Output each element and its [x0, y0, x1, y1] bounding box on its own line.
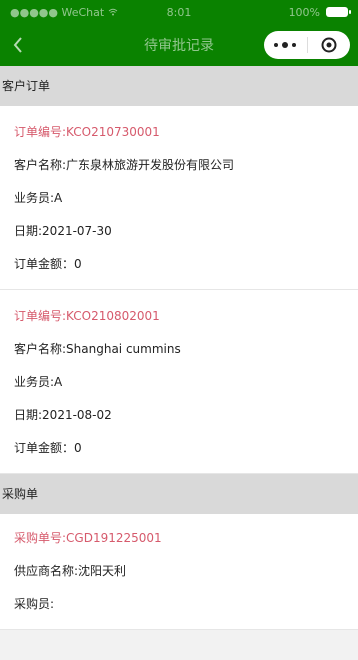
section-purchase-orders: 采购单 [0, 474, 358, 514]
more-dot-right [292, 43, 297, 47]
nav-bar: 待审批记录 [0, 24, 358, 66]
more-button[interactable] [264, 31, 307, 59]
status-right: 100% [235, 5, 352, 19]
more-dot-center [282, 42, 289, 48]
order-amount: 订单金额：0 [14, 257, 82, 271]
order-salesman: 业务员:A [14, 191, 63, 205]
order-record[interactable]: 订单编号:KCO210802001 客户名称:Shanghai cummins … [0, 290, 358, 474]
purchase-record[interactable]: 采购单号:CGD191225001 供应商名称:沈阳天利 采购员: [0, 514, 358, 630]
back-button[interactable] [4, 24, 32, 66]
section-customer-orders: 客户订单 [0, 66, 358, 106]
app-header: ●●●●● WeChat 8:01 100% 待审批记录 [0, 0, 358, 66]
order-date: 日期:2021-07-30 [14, 224, 112, 238]
order-code: 订单编号:KCO210802001 [14, 309, 160, 323]
order-date: 日期:2021-08-02 [14, 408, 112, 422]
order-customer: 客户名称:广东泉林旅游开发股份有限公司 [14, 158, 235, 172]
purchase-buyer: 采购员: [14, 597, 55, 611]
battery-icon [326, 7, 352, 17]
close-button[interactable] [308, 31, 351, 59]
status-bar: ●●●●● WeChat 8:01 100% [0, 0, 358, 24]
order-amount: 订单金额：0 [14, 441, 82, 455]
battery-label: 100% [288, 5, 321, 19]
purchase-code: 采购单号:CGD191225001 [14, 531, 162, 545]
purchase-supplier: 供应商名称:沈阳天利 [14, 564, 127, 578]
order-salesman: 业务员:A [14, 375, 63, 389]
more-dots-icon [274, 43, 279, 47]
capsule-menu [264, 31, 350, 59]
status-left: ●●●●● WeChat [10, 6, 123, 19]
status-time: 8:01 [166, 5, 192, 19]
chevron-left-icon [13, 37, 22, 53]
wifi-icon [108, 8, 118, 16]
carrier-label: ●●●●● WeChat [10, 5, 105, 19]
order-code: 订单编号:KCO210730001 [14, 125, 160, 139]
target-close-icon [321, 37, 337, 53]
order-record[interactable]: 订单编号:KCO210730001 客户名称:广东泉林旅游开发股份有限公司 业务… [0, 106, 358, 290]
order-customer: 客户名称:Shanghai cummins [14, 342, 181, 356]
